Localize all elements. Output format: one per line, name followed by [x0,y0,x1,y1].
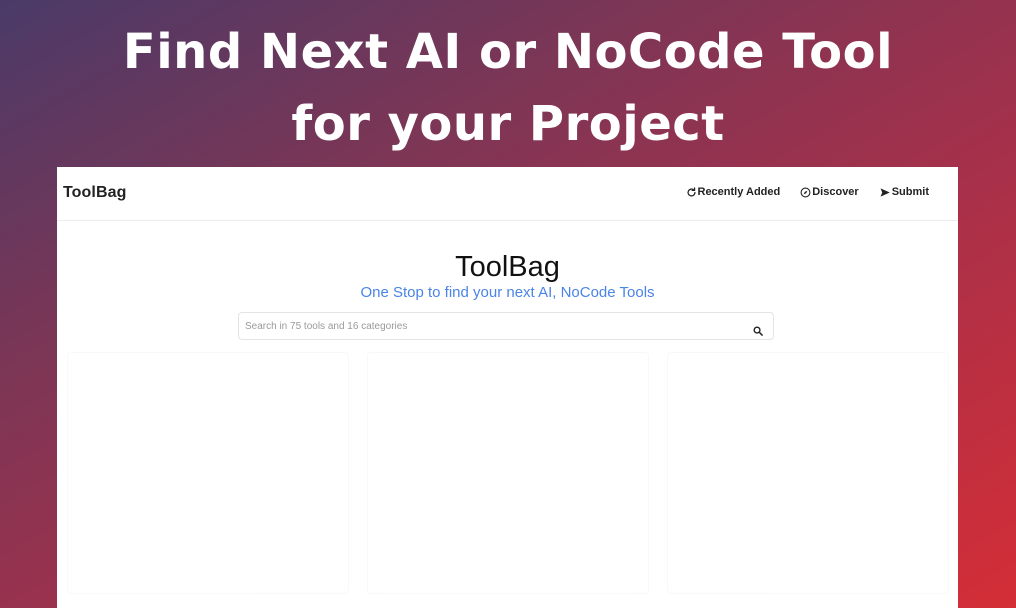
nav-link-discover[interactable]: Discover [800,186,859,198]
navbar: ToolBag Recently Added Discover Submit [57,167,958,221]
faint-card [667,352,949,594]
faint-card [367,352,649,594]
send-icon [879,187,891,198]
nav-links: Recently Added Discover Submit [686,186,929,198]
hero-subtitle: One Stop to find your next AI, NoCode To… [360,284,655,301]
nav-link-label: Discover [812,186,859,198]
refresh-icon [686,186,697,198]
promo-headline-line-1: Find Next AI or NoCode Tool [122,24,894,80]
app-window: ToolBag Recently Added Discover Submit T… [57,167,958,608]
search-input[interactable] [239,313,751,339]
promo-headline-line-2: for your Project [291,96,725,152]
brand-logo[interactable]: ToolBag [63,184,127,202]
faint-card [67,352,349,594]
faint-background-content [67,352,947,602]
nav-link-label: Recently Added [697,186,781,198]
search-box [238,312,774,340]
promo-headline: Find Next AI or NoCode Tool for your Pro… [0,16,1016,160]
hero-title: ToolBag [455,251,560,283]
nav-link-recently-added[interactable]: Recently Added [686,186,781,198]
nav-link-submit[interactable]: Submit [879,186,929,198]
compass-icon [800,187,811,198]
nav-link-label: Submit [891,186,929,198]
search-icon[interactable] [753,321,763,336]
